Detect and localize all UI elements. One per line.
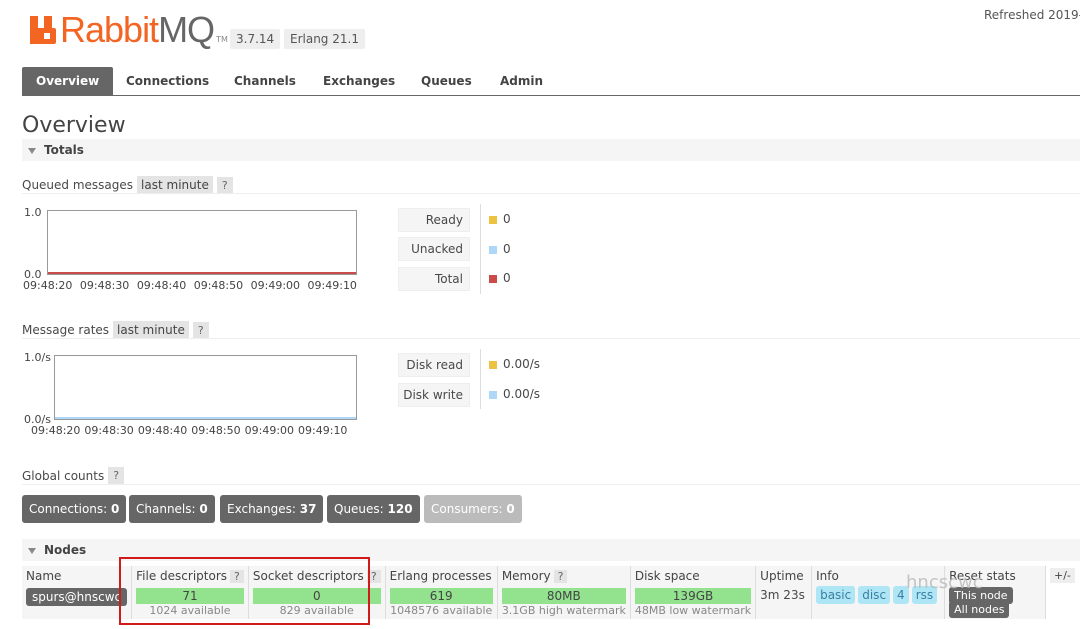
x-tick: 09:49:00 [244,424,295,437]
unacked-swatch-icon [489,245,497,254]
tab-connections[interactable]: Connections [112,67,223,95]
global-counts-label: Global counts [22,468,105,483]
x-tick: 09:48:50 [191,424,241,437]
queued-y-max: 1.0 [24,206,42,219]
rabbitmq-logo: RabbitMQ TM [30,10,228,50]
logo-text: RabbitMQ [60,9,215,50]
rabbitmq-logo-icon [30,16,56,44]
legend-disk-write-value: 0.00/s [489,387,540,401]
divider [22,338,1080,339]
logo-trademark: TM [216,34,228,44]
queued-messages-label: Queued messages [22,178,134,192]
message-rates-label: Message rates [22,323,110,337]
col-disk-space: Disk space [630,566,757,586]
x-tick: 09:48:50 [193,279,244,292]
legend-total-value: 0 [489,271,511,285]
queued-total-series-line [48,272,356,274]
collapse-triangle-icon [28,147,36,154]
ep-available: 1048576 available [390,604,493,617]
reset-all-nodes-button[interactable]: All nodes [949,601,1010,618]
rates-y-max: 1.0/s [24,351,51,364]
col-uptime: Uptime [755,566,813,586]
col-name: Name [22,566,133,586]
annotation-highlight-box [119,557,370,625]
tab-exchanges[interactable]: Exchanges [309,67,409,95]
x-tick: 09:48:40 [136,279,187,292]
col-memory: Memory? [497,566,631,586]
rates-range-selector[interactable]: last minute [113,321,189,339]
version-badge: 3.7.14 [230,29,281,49]
disk-write-series-line [55,417,356,419]
x-tick: 09:49:00 [250,279,301,292]
x-tick: 09:49:10 [307,279,357,292]
consumers-count-button[interactable]: Consumers: 0 [424,495,522,523]
watermark: hncscwc [906,572,983,593]
exchanges-count-button[interactable]: Exchanges: 37 [220,495,324,523]
queues-count-button[interactable]: Queues: 120 [327,495,420,523]
legend-unacked-value: 0 [489,242,511,256]
legend-separator [480,204,481,294]
connections-count-button[interactable]: Connections: 0 [22,495,127,523]
global-counts-row: Global counts ? [22,467,125,484]
rates-help-button[interactable]: ? [192,321,209,339]
disk-watermark: 48MB low watermark [634,604,752,617]
erlang-version-badge: Erlang 21.1 [284,29,365,49]
main-nav-tabs: Overview Connections Channels Exchanges … [22,67,1080,96]
queued-range-selector[interactable]: last minute [137,176,213,194]
tab-channels[interactable]: Channels [220,67,310,95]
info-badge-basic: basic [816,586,856,604]
x-tick: 09:48:20 [23,279,73,292]
x-tick: 09:48:30 [79,279,130,292]
queued-messages-row: Queued messages last minute ? [22,176,233,194]
rates-x-axis: 09:48:20 09:48:30 09:48:40 09:48:50 09:49:00… [31,424,347,437]
legend-total-label: Total [398,267,470,291]
node-name-link[interactable]: spurs@hnscwc [26,588,128,606]
legend-disk-read-value: 0.00/s [489,357,540,371]
x-tick: 09:48:30 [84,424,134,437]
legend-disk-write-label: Disk write [398,383,470,407]
channels-count-button[interactable]: Channels: 0 [129,495,215,523]
refreshed-timestamp: Refreshed 2019-0 [984,8,1080,22]
legend-unacked-label: Unacked [398,237,470,261]
x-tick: 09:48:40 [137,424,188,437]
nodes-heading: Nodes [44,543,87,557]
disk-write-swatch-icon [489,390,497,399]
legend-separator [480,349,481,409]
page-title: Overview [22,113,126,138]
tab-overview[interactable]: Overview [22,67,114,95]
queued-x-axis: 09:48:20 09:48:30 09:48:40 09:48:50 09:4… [23,279,357,292]
divider [22,193,1080,194]
global-counts-help-button[interactable]: ? [108,467,125,484]
queued-help-button[interactable]: ? [216,176,233,194]
x-tick: 09:48:20 [31,424,81,437]
collapse-triangle-icon [28,547,36,554]
queued-messages-chart [47,210,357,275]
disk-space-bar: 139GB [634,588,752,604]
message-rates-chart [54,355,357,420]
columns-toggle-button[interactable]: +/- [1050,568,1075,583]
tab-queues[interactable]: Queues [407,67,486,95]
ready-swatch-icon [489,215,497,224]
memory-usage-bar: 80MB [501,588,626,604]
message-rates-row: Message rates last minute ? [22,321,209,339]
divider [22,484,1080,485]
legend-disk-read-label: Disk read [398,353,470,377]
memory-help-button[interactable]: ? [553,570,568,583]
legend-ready-value: 0 [489,212,511,226]
info-badge-disc: disc [858,586,891,604]
uptime-value: 3m 23s [760,588,805,602]
totals-section-toggle[interactable]: Totals [22,139,1080,161]
col-erlang-processes: Erlang processes [385,566,498,586]
total-swatch-icon [489,274,497,283]
tab-admin[interactable]: Admin [486,67,557,95]
totals-heading: Totals [44,143,84,157]
memory-watermark: 3.1GB high watermark [501,604,626,617]
disk-read-swatch-icon [489,360,497,369]
ep-usage-bar: 619 [389,588,493,604]
x-tick: 09:49:10 [298,424,348,437]
legend-ready-label: Ready [398,208,470,232]
